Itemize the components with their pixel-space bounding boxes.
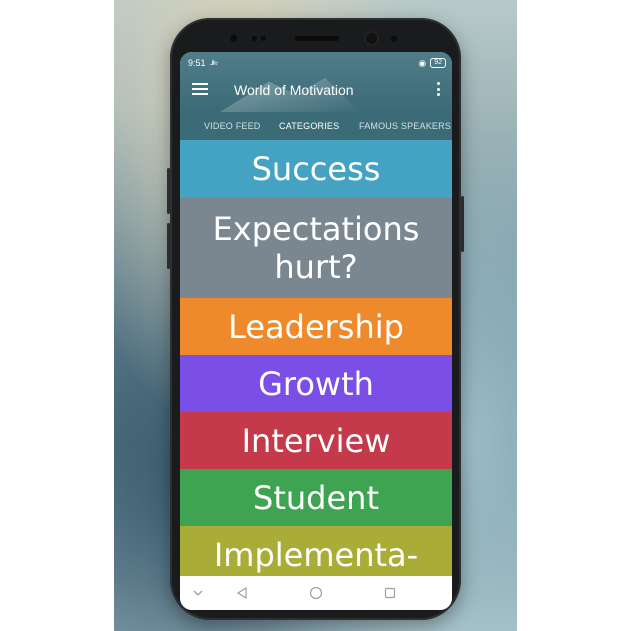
category-label: Growth	[258, 364, 374, 403]
category-list: Success Expectations hurt? Leadership Gr…	[180, 140, 452, 576]
status-time: 9:51	[188, 58, 206, 68]
volume-button	[167, 223, 170, 269]
category-item-implementation[interactable]: Implementa-	[180, 526, 452, 576]
category-item-success[interactable]: Success	[180, 140, 452, 198]
front-camera	[366, 33, 377, 44]
earpiece	[295, 36, 339, 41]
sensor-dot	[230, 35, 237, 42]
category-label: Interview	[241, 421, 391, 460]
category-label: Expectations hurt?	[212, 210, 420, 286]
overflow-menu-icon[interactable]	[436, 82, 440, 96]
power-button	[461, 196, 464, 252]
category-label: Student	[253, 478, 379, 517]
sensor-dot	[261, 36, 266, 41]
hamburger-menu-icon[interactable]	[192, 83, 208, 95]
app-title: World of Motivation	[234, 82, 354, 98]
status-bar: 9:51 ..ıl ≈ ◉ 92	[188, 57, 446, 69]
tab-video-feed[interactable]: VIDEO FEED	[204, 112, 261, 140]
category-label: Success	[251, 150, 381, 188]
wifi-icon: ≈	[212, 58, 218, 68]
category-item-leadership[interactable]: Leadership	[180, 298, 452, 355]
sensor-dot	[391, 36, 397, 42]
tab-famous-speakers[interactable]: FAMOUS SPEAKERS	[359, 112, 451, 140]
category-label: Leadership	[228, 307, 404, 346]
alarm-icon: ◉	[418, 57, 427, 68]
recents-icon[interactable]	[378, 576, 402, 610]
chevron-down-icon[interactable]	[188, 576, 208, 610]
back-icon[interactable]	[230, 576, 254, 610]
system-nav-bar	[180, 576, 452, 610]
volume-button	[167, 168, 170, 214]
tab-bar: VIDEO FEED CATEGORIES FAMOUS SPEAKERS	[180, 112, 452, 140]
category-item-expectations[interactable]: Expectations hurt?	[180, 198, 452, 298]
sensor-dot	[252, 36, 257, 41]
category-label: Implementa-	[213, 535, 419, 574]
home-icon[interactable]	[304, 576, 328, 610]
tab-categories[interactable]: CATEGORIES	[279, 112, 339, 140]
app-bar: 9:51 ..ıl ≈ ◉ 92 World of Motivation	[180, 52, 452, 112]
category-item-interview[interactable]: Interview	[180, 412, 452, 469]
category-item-growth[interactable]: Growth	[180, 355, 452, 412]
app-screen: 9:51 ..ıl ≈ ◉ 92 World of Motivation VID…	[180, 52, 452, 610]
category-item-student[interactable]: Student	[180, 469, 452, 526]
battery-icon: 92	[430, 58, 446, 68]
